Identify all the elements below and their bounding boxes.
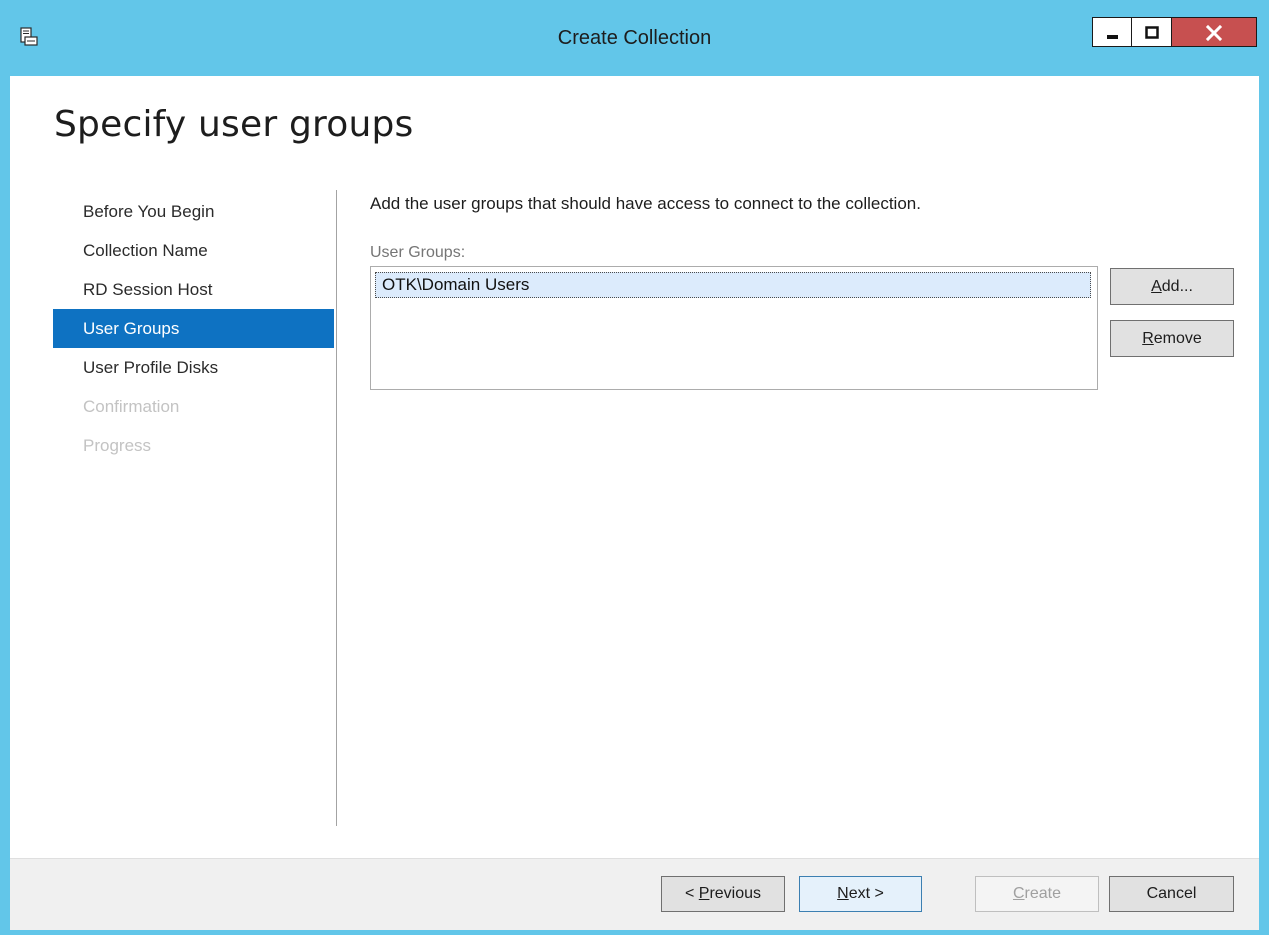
- window-title: Create Collection: [557, 27, 712, 49]
- user-groups-label: User Groups:: [370, 244, 466, 261]
- maximize-button[interactable]: [1132, 17, 1172, 47]
- close-icon: [1205, 24, 1223, 42]
- page-title: Specify user groups: [54, 104, 414, 145]
- nav-divider: [336, 190, 337, 826]
- remove-button-label: emove: [1153, 330, 1202, 347]
- close-button[interactable]: [1172, 17, 1257, 47]
- previous-button[interactable]: < Previous: [661, 876, 785, 912]
- nav-item-collection-name[interactable]: Collection Name: [53, 231, 334, 270]
- nav-item-user-groups[interactable]: User Groups: [53, 309, 334, 348]
- remove-button-mnemonic: R: [1142, 330, 1154, 347]
- create-button: Create: [975, 876, 1099, 912]
- minimize-button[interactable]: [1092, 17, 1132, 47]
- nav-item-progress: Progress: [83, 436, 152, 455]
- create-button-mnemonic: C: [1012, 885, 1025, 902]
- remove-button[interactable]: Remove: [1110, 320, 1234, 357]
- title-bar[interactable]: Create Collection: [0, 0, 1269, 76]
- cancel-button[interactable]: Cancel: [1109, 876, 1234, 912]
- add-button-label: dd...: [1161, 278, 1193, 295]
- nav-item-confirmation: Confirmation: [83, 397, 180, 416]
- create-button-label: reate: [1024, 885, 1062, 902]
- nav-item-user-profile-disks[interactable]: User Profile Disks: [53, 348, 334, 387]
- wizard-client-area: Specify user groups Before You Begin Col…: [10, 76, 1259, 930]
- next-button[interactable]: Next >: [799, 876, 922, 912]
- nav-item-before-you-begin[interactable]: Before You Begin: [53, 192, 334, 231]
- previous-button-mnemonic: P: [698, 885, 710, 902]
- list-item[interactable]: OTK\Domain Users: [375, 272, 1091, 298]
- wizard-footer: < Previous Next > Create Cancel: [10, 858, 1259, 930]
- create-collection-window: Create Collection Specify user groups Be…: [0, 0, 1269, 935]
- next-button-label: ext >: [848, 885, 884, 902]
- next-button-mnemonic: N: [837, 885, 849, 902]
- previous-button-prefix: <: [684, 885, 699, 902]
- user-groups-listbox[interactable]: OTK\Domain Users: [370, 266, 1098, 390]
- maximize-icon: [1145, 26, 1159, 39]
- page-description: Add the user groups that should have acc…: [370, 194, 921, 213]
- wizard-step-list: Before You Begin Collection Name RD Sess…: [53, 192, 334, 465]
- add-button-mnemonic: A: [1151, 278, 1162, 295]
- nav-item-rd-session-host[interactable]: RD Session Host: [53, 270, 334, 309]
- previous-button-label: revious: [709, 885, 762, 902]
- add-button[interactable]: Add...: [1110, 268, 1234, 305]
- minimize-icon: [1107, 35, 1118, 39]
